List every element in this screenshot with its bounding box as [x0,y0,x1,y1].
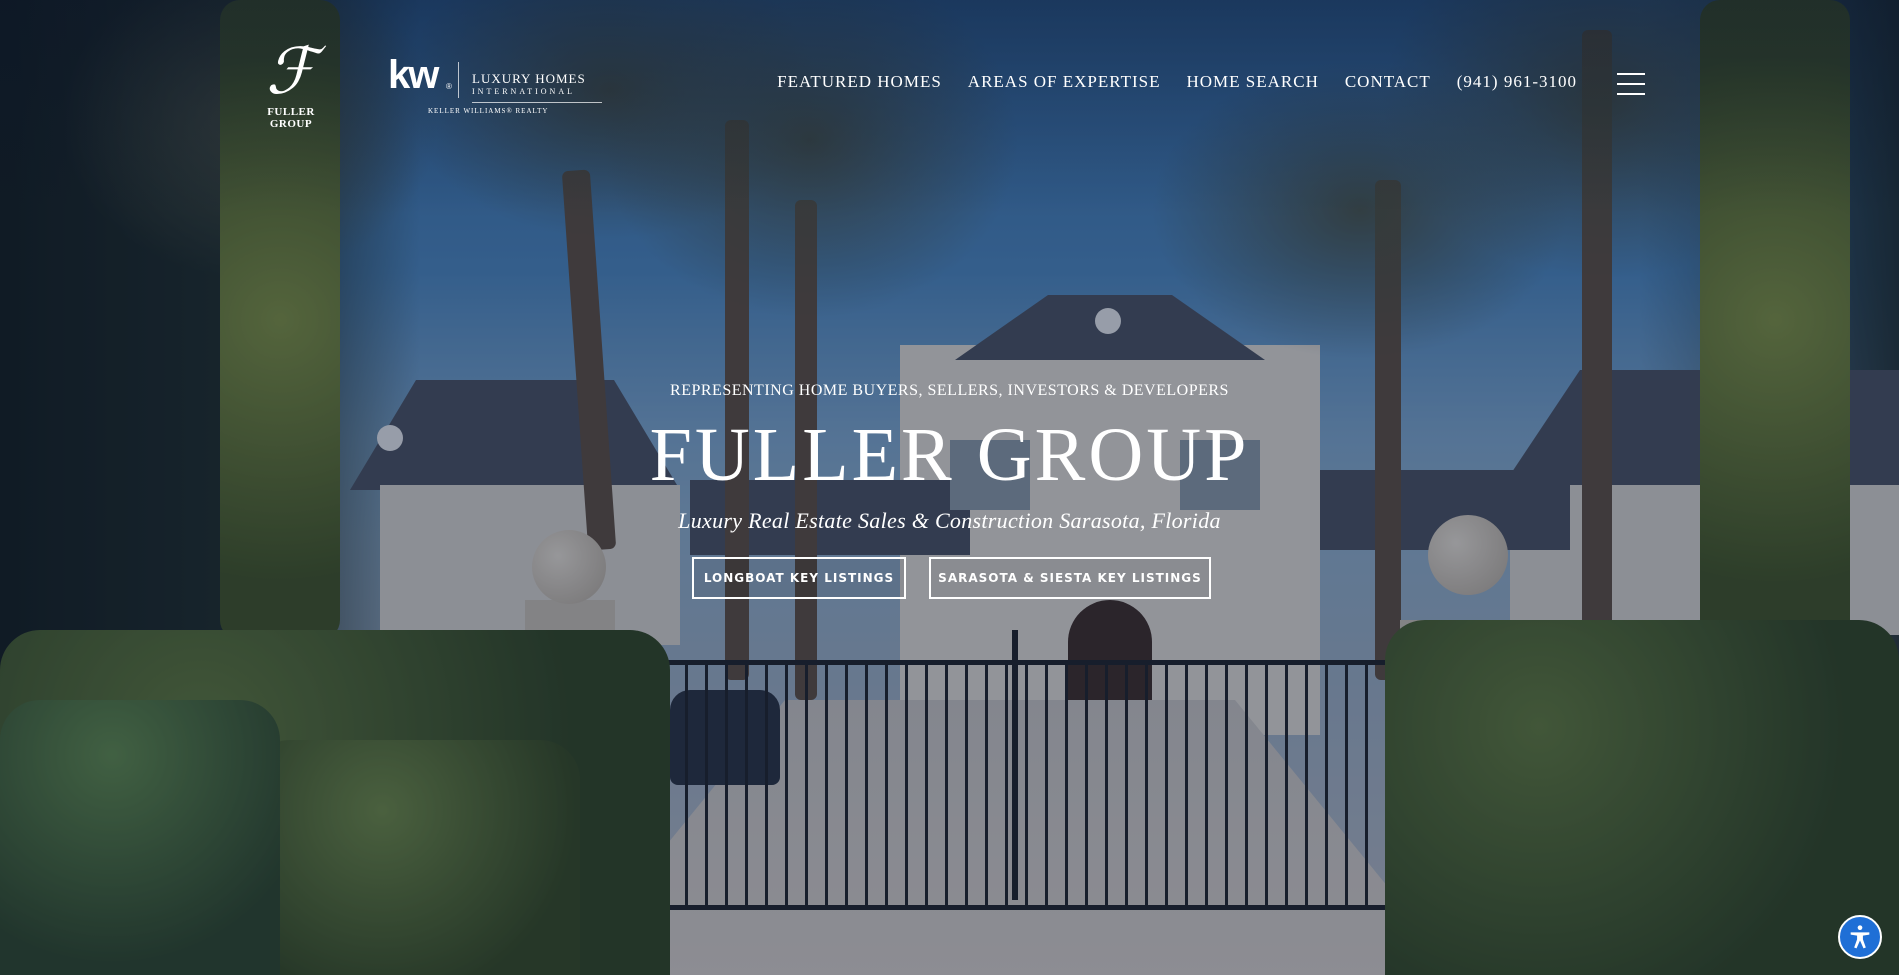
main-navigation: FEATURED HOMES AREAS OF EXPERTISE HOME S… [777,72,1577,92]
fuller-group-logo-text: FULLER GROUP [267,106,315,130]
nav-home-search[interactable]: HOME SEARCH [1186,72,1318,92]
sarasota-siesta-key-listings-button[interactable]: SARASOTA & SIESTA KEY LISTINGS [929,557,1211,599]
nav-areas-of-expertise[interactable]: AREAS OF EXPERTISE [968,72,1161,92]
kw-international-text: INTERNATIONAL [472,87,575,96]
nav-phone-number[interactable]: (941) 961-3100 [1457,72,1577,92]
fuller-group-monogram: ℱ [265,35,317,109]
longboat-key-listings-button[interactable]: LONGBOAT KEY LISTINGS [692,557,906,599]
hero-subtitle: Luxury Real Estate Sales & Construction … [678,508,1221,533]
kw-realty-text: KELLER WILLIAMS® REALTY [428,107,549,115]
fuller-group-logo[interactable]: ℱ FULLER GROUP [246,40,336,130]
accessibility-icon[interactable] [1838,915,1882,959]
hero-tagline: REPRESENTING HOME BUYERS, SELLERS, INVES… [670,382,1229,399]
nav-contact[interactable]: CONTACT [1345,72,1431,92]
kw-mark: kw [388,53,439,97]
nav-featured-homes[interactable]: FEATURED HOMES [777,72,942,92]
kw-luxury-homes-text: LUXURY HOMES [472,71,586,86]
hamburger-icon[interactable] [1617,73,1645,95]
hero-title: FULLER GROUP [649,413,1250,497]
accessibility-figure [1850,925,1870,949]
kw-luxury-homes-logo[interactable]: kw ® LUXURY HOMES INTERNATIONAL KELLER W… [388,52,608,120]
